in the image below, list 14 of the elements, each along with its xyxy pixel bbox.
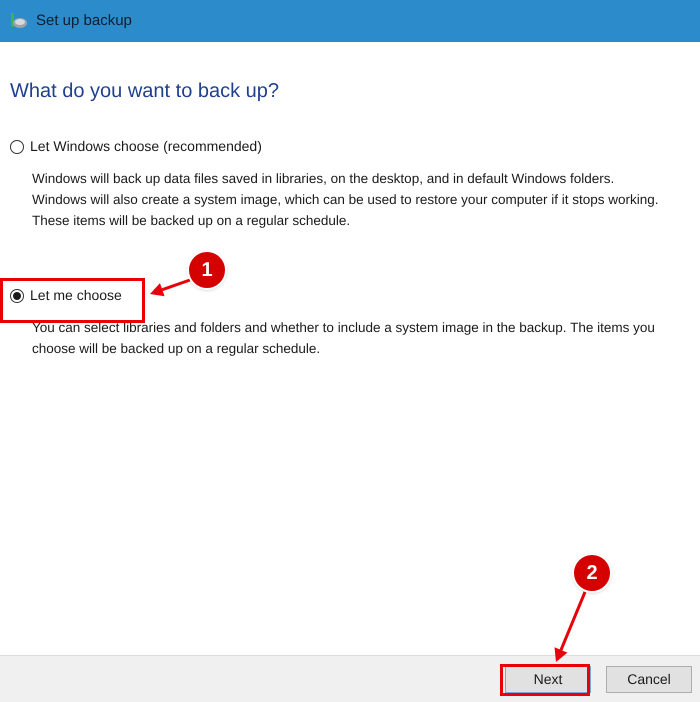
radio-option[interactable]: Let Windows choose (recommended) — [10, 136, 262, 157]
step-number-badge: 1 — [187, 250, 227, 290]
option-description: Windows will back up data files saved in libraries, on the desktop, and in default Windows folders. Windows will also create a system image, which can be used to restore your computer if it stops working. These items will be backed up on a regular schedule. — [32, 170, 660, 230]
window-title: Set up backup — [36, 10, 132, 31]
backup-icon — [8, 11, 28, 31]
pointer-arrow — [150, 278, 190, 296]
cancel-button[interactable]: Cancel — [606, 666, 692, 692]
radio-button[interactable] — [10, 288, 24, 302]
pointer-arrow — [554, 591, 586, 662]
option-description: You can select libraries and folders and whether to include a system image in the backup. The items you choose will be backed up on a regular schedule. — [32, 319, 656, 358]
radio-button[interactable] — [10, 140, 24, 154]
page-heading: What do you want to back up? — [10, 79, 280, 104]
radio-option[interactable]: Let me choose — [10, 285, 122, 306]
step-number-badge: 2 — [572, 553, 612, 593]
